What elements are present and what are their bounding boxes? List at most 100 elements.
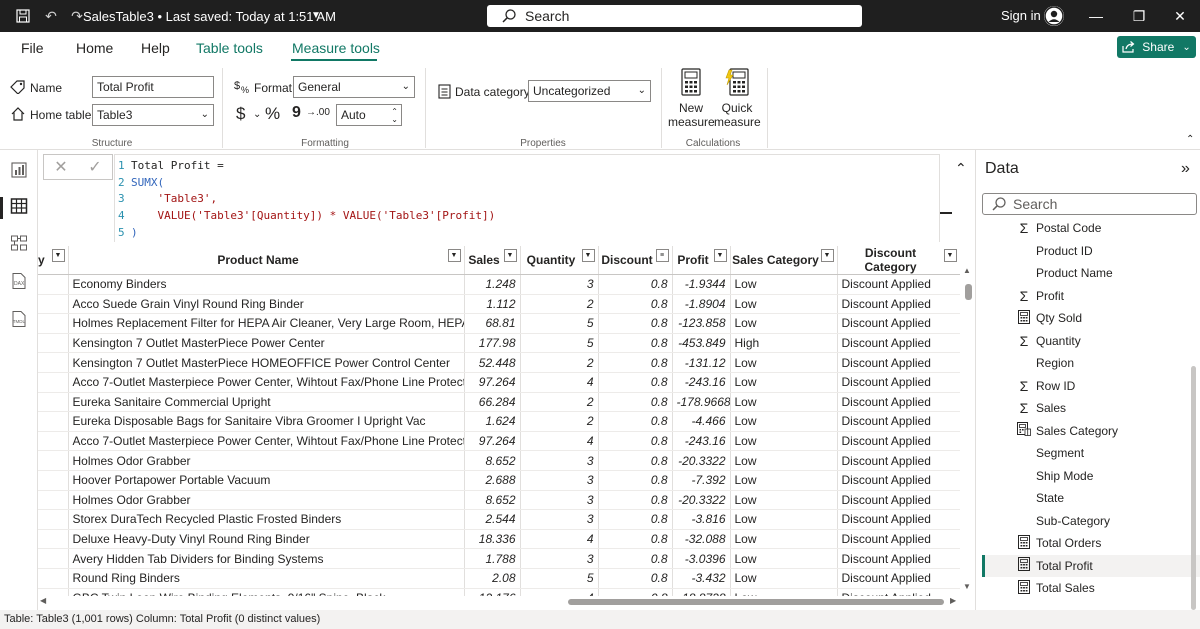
table-cell[interactable]: -7.392 [672,470,731,491]
field-item[interactable]: State [976,487,1191,509]
table-cell[interactable]: 0.8 [598,411,673,432]
table-cell[interactable]: -32.088 [672,529,731,550]
horizontal-scrollbar[interactable]: ◀ ▶ [38,596,960,608]
field-item[interactable]: Sales Category [976,420,1191,442]
table-cell[interactable]: 4 [520,431,599,452]
table-cell[interactable] [38,470,69,491]
format-select[interactable]: General ⌄ [293,76,415,98]
table-cell[interactable]: -178.9668 [672,392,731,413]
table-cell[interactable]: Low [730,568,838,589]
field-item[interactable]: Region [976,352,1191,374]
table-row[interactable]: Hoover Portapower Portable Vacuum 2.688 3 0… [38,470,960,491]
table-cell[interactable]: Low [730,372,838,393]
table-cell[interactable]: Low [730,431,838,452]
table-cell[interactable]: 97.264 [464,372,521,393]
table-cell[interactable]: Low [730,529,838,550]
table-cell[interactable]: 1.624 [464,411,521,432]
scroll-thumb[interactable] [568,599,944,605]
table-cell[interactable]: -3.816 [672,509,731,530]
table-cell[interactable] [38,588,69,596]
field-item[interactable]: Σ Quantity [976,330,1191,352]
table-cell[interactable]: High [730,333,838,354]
table-cell[interactable]: 3 [520,274,599,295]
table-cell[interactable]: Holmes Odor Grabber [68,450,465,471]
table-cell[interactable]: -1.8904 [672,294,731,315]
table-cell[interactable]: Kensington 7 Outlet MasterPiece Power Ce… [68,333,465,354]
table-cell[interactable]: Discount Applied [837,313,960,334]
table-row[interactable]: Holmes Replacement Filter for HEPA Air C… [38,313,960,334]
table-cell[interactable] [38,509,69,530]
formula-bar-toggle-icon[interactable] [940,212,952,214]
table-cell[interactable]: Discount Applied [837,470,960,491]
home-table-select[interactable]: Table3 ⌄ [92,104,214,126]
scroll-right-icon[interactable]: ▶ [950,596,956,605]
field-item[interactable]: Ship Mode [976,465,1191,487]
table-cell[interactable]: Low [730,352,838,373]
table-cell[interactable]: Discount Applied [837,352,960,373]
table-cell[interactable]: -453.849 [672,333,731,354]
table-view-icon[interactable] [10,197,28,215]
table-cell[interactable]: Discount Applied [837,411,960,432]
menu-file[interactable]: File [21,40,44,56]
filter-dropdown-icon[interactable]: ▼ [581,249,595,262]
table-cell[interactable]: 12.176 [464,588,521,596]
table-cell[interactable]: -3.432 [672,568,731,589]
table-cell[interactable]: 3 [520,509,599,530]
table-cell[interactable]: Discount Applied [837,372,960,393]
filter-dropdown-icon[interactable]: ▼ [713,249,727,262]
column-header[interactable]: Discount ≡ [598,246,673,275]
field-item[interactable]: Qty Sold [976,307,1191,329]
table-cell[interactable]: 177.98 [464,333,521,354]
table-cell[interactable]: 52.448 [464,352,521,373]
table-cell[interactable]: 66.284 [464,392,521,413]
table-cell[interactable]: 0.8 [598,470,673,491]
model-view-icon[interactable] [10,234,28,252]
table-cell[interactable]: 0.8 [598,274,673,295]
formula-editor[interactable]: 1 Total Profit = 2 SUMX( 3 'Table3', 4 VAL… [114,154,940,242]
table-cell[interactable]: 0.8 [598,392,673,413]
table-cell[interactable]: -18.8728 [672,588,731,596]
table-cell[interactable]: -131.12 [672,352,731,373]
table-cell[interactable]: Acco 7-Outlet Masterpiece Power Center, … [68,431,465,452]
table-row[interactable]: Holmes Odor Grabber 8.652 3 0.8 -20.3322 Low D… [38,490,960,511]
table-cell[interactable]: Low [730,509,838,530]
table-cell[interactable]: Acco Suede Grain Vinyl Round Ring Binder [68,294,465,315]
table-cell[interactable]: 0.8 [598,490,673,511]
filter-dropdown-icon[interactable]: ▼ [503,249,517,262]
table-cell[interactable]: 0.8 [598,313,673,334]
table-cell[interactable] [38,392,69,413]
table-cell[interactable]: 3 [520,490,599,511]
table-row[interactable]: Acco 7-Outlet Masterpiece Power Center, … [38,372,960,393]
table-cell[interactable]: Discount Applied [837,450,960,471]
table-row[interactable]: Holmes Odor Grabber 8.652 3 0.8 -20.3322 Low D… [38,450,960,471]
table-row[interactable]: Economy Binders 1.248 3 0.8 -1.9344 Low Discou… [38,274,960,295]
table-cell[interactable]: Low [730,450,838,471]
collapse-formula-icon[interactable]: ⌃ [955,160,967,177]
table-cell[interactable]: -4.466 [672,411,731,432]
filter-dropdown-icon[interactable]: ▼ [943,249,957,262]
close-icon[interactable]: ✕ [1172,8,1188,25]
table-cell[interactable]: Eureka Sanitaire Commercial Upright [68,392,465,413]
menu-measure-tools[interactable]: Measure tools [292,40,380,56]
filter-dropdown-icon[interactable]: ▼ [51,249,65,262]
table-cell[interactable]: Storex DuraTech Recycled Plastic Frosted… [68,509,465,530]
table-cell[interactable]: 0.8 [598,333,673,354]
table-cell[interactable]: -20.3322 [672,450,731,471]
table-cell[interactable]: Holmes Replacement Filter for HEPA Air C… [68,313,465,334]
table-cell[interactable]: -243.16 [672,372,731,393]
table-cell[interactable] [38,333,69,354]
table-cell[interactable]: Discount Applied [837,568,960,589]
field-item[interactable]: Total Profit [985,554,1200,577]
table-cell[interactable]: -123.858 [672,313,731,334]
field-item[interactable]: Σ Profit [976,285,1191,307]
table-cell[interactable]: 5 [520,313,599,334]
column-header[interactable]: Sales ▼ [464,246,521,275]
table-cell[interactable]: 0.8 [598,529,673,550]
table-cell[interactable]: Low [730,274,838,295]
column-header[interactable]: Quantity ▼ [520,246,599,275]
table-cell[interactable]: 2 [520,294,599,315]
table-row[interactable]: Avery Hidden Tab Dividers for Binding Sy… [38,548,960,569]
chevron-down-icon[interactable]: ⌄ [253,109,261,120]
table-cell[interactable] [38,313,69,334]
data-category-select[interactable]: Uncategorized ⌄ [528,80,651,102]
